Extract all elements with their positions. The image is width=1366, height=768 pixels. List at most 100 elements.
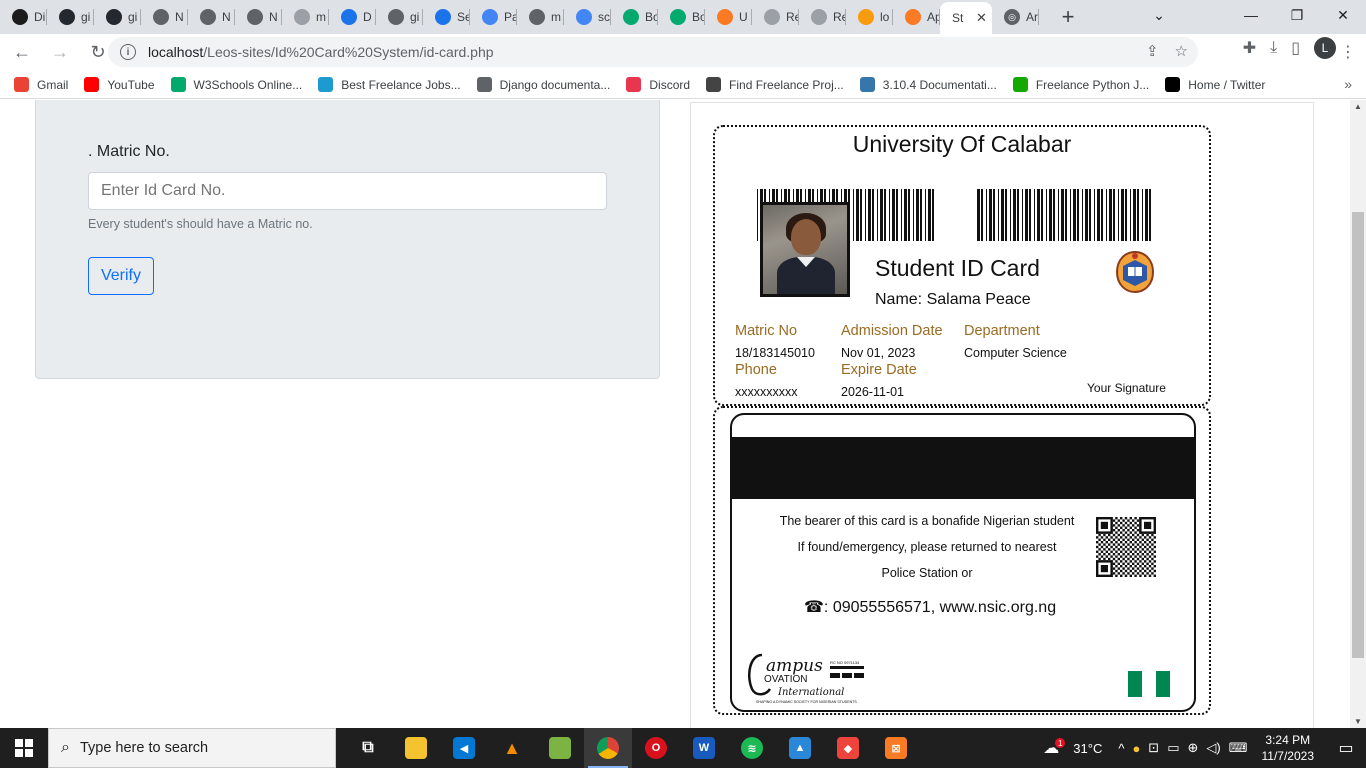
- vlc-icon[interactable]: ▲: [488, 728, 536, 768]
- page-scrollbar[interactable]: ▲ ▼: [1350, 100, 1366, 728]
- matric-no-label: Matric No: [735, 323, 798, 339]
- clock[interactable]: 3:24 PM 11/7/2023: [1262, 732, 1315, 764]
- notifications-icon[interactable]: ▭: [1326, 738, 1366, 758]
- tab-4[interactable]: N: [188, 0, 235, 34]
- restore-icon[interactable]: ❐: [1274, 0, 1320, 30]
- tab-9[interactable]: Se: [423, 0, 470, 34]
- battery-icon[interactable]: ▭: [1167, 740, 1179, 756]
- tab-15[interactable]: U: [705, 0, 752, 34]
- matric-label: . Matric No.: [88, 143, 170, 160]
- back-icon[interactable]: ←: [6, 37, 38, 69]
- menu-kebab-icon[interactable]: ⋮: [1340, 42, 1356, 62]
- chrome-icon[interactable]: [584, 728, 632, 768]
- file-explorer-icon[interactable]: [392, 728, 440, 768]
- bluestacks-icon[interactable]: [536, 728, 584, 768]
- tab-3[interactable]: N: [141, 0, 188, 34]
- freelance-icon: [318, 77, 334, 92]
- downloads-icon[interactable]: ⤓: [1270, 39, 1277, 57]
- tab-label: lo: [880, 10, 890, 24]
- tab-7[interactable]: D: [329, 0, 376, 34]
- forward-icon[interactable]: →: [44, 37, 76, 69]
- anydesk-icon[interactable]: ◆: [824, 728, 872, 768]
- taskbar-search[interactable]: ⌕ Type here to search: [48, 728, 336, 768]
- weather-widget[interactable]: ☁ 1 31°C: [1043, 738, 1102, 758]
- address-bar[interactable]: i localhost/Leos-sites/Id%20Card%20Syste…: [108, 37, 1198, 67]
- minimize-icon[interactable]: —: [1228, 0, 1274, 30]
- scroll-up-icon[interactable]: ▲: [1354, 102, 1362, 111]
- bookmark-2[interactable]: W3Schools Online...: [170, 77, 302, 92]
- tab-label: Di: [34, 10, 46, 24]
- spotify-icon[interactable]: ≋: [728, 728, 776, 768]
- tab-14[interactable]: Bo: [658, 0, 705, 34]
- windows-taskbar: ⌕ Type here to search ⧉ ◀ ▲ O W ≋ ▲ ◆ ⊠ …: [0, 728, 1366, 768]
- side-panel-icon[interactable]: ▯: [1291, 38, 1300, 58]
- tab-active[interactable]: St ✕: [940, 2, 992, 34]
- tab-search-chevron-icon[interactable]: ⌄: [1136, 0, 1182, 30]
- tab-6[interactable]: m: [282, 0, 329, 34]
- department-label: Department: [964, 323, 1040, 339]
- bookmark-8[interactable]: Freelance Python J...: [1012, 77, 1149, 92]
- tab-1[interactable]: gi: [47, 0, 94, 34]
- bookmark-6[interactable]: Find Freelance Proj...: [706, 77, 844, 92]
- tab-list: Di gi gi N N Nm Dgi Se Pa m sc Bo Bo U Re Re lo Ap: [0, 0, 940, 34]
- url-text[interactable]: localhost/Leos-sites/Id%20Card%20System/…: [148, 44, 494, 60]
- keyboard-icon[interactable]: ⌨: [1229, 740, 1248, 756]
- dribbble-like-icon: [12, 9, 28, 25]
- task-view-icon[interactable]: ⧉: [344, 728, 392, 768]
- bookmarks-overflow-icon[interactable]: »: [1344, 76, 1352, 92]
- tab-18[interactable]: lo: [846, 0, 893, 34]
- tab-16[interactable]: Re: [752, 0, 799, 34]
- clock-time: 3:24 PM: [1265, 733, 1311, 747]
- bookmark-5[interactable]: Discord: [626, 77, 690, 92]
- verify-button[interactable]: Verify: [88, 257, 154, 295]
- tab-label: sc: [598, 10, 610, 24]
- upwork-icon: [1012, 77, 1028, 92]
- profile-avatar[interactable]: L: [1314, 37, 1336, 59]
- tab-last[interactable]: ◎ Ar: [992, 0, 1039, 34]
- word-icon[interactable]: W: [680, 728, 728, 768]
- tab-label: N: [269, 10, 278, 24]
- site-info-icon[interactable]: i: [120, 44, 136, 60]
- tab-0[interactable]: Di: [0, 0, 47, 34]
- tab-2[interactable]: gi: [94, 0, 141, 34]
- barcode-right: [977, 189, 1151, 241]
- w3schools-icon: [670, 9, 686, 25]
- bookmark-7[interactable]: 3.10.4 Documentati...: [859, 77, 997, 92]
- tab-12[interactable]: sc: [564, 0, 611, 34]
- bookmark-star-icon[interactable]: ☆: [1175, 42, 1188, 60]
- matric-input[interactable]: [88, 172, 607, 210]
- bookmark-3[interactable]: Best Freelance Jobs...: [318, 77, 461, 92]
- bookmark-0[interactable]: Gmail: [14, 77, 68, 92]
- scroll-down-icon[interactable]: ▼: [1354, 717, 1362, 726]
- tab-8[interactable]: gi: [376, 0, 423, 34]
- bookmark-9[interactable]: Home / Twitter: [1165, 77, 1265, 92]
- tray-app-icon[interactable]: ●: [1132, 741, 1140, 756]
- extensions-icon[interactable]: ✚: [1243, 38, 1256, 58]
- tab-label: Ap: [927, 10, 939, 24]
- tab-label: D: [363, 10, 372, 24]
- tab-close-icon[interactable]: ✕: [976, 10, 987, 26]
- close-window-icon[interactable]: ✕: [1320, 0, 1366, 30]
- start-button[interactable]: [0, 728, 48, 768]
- share-icon[interactable]: ⇪: [1146, 42, 1159, 60]
- new-tab-button[interactable]: +: [1051, 0, 1085, 34]
- tab-17[interactable]: Re: [799, 0, 846, 34]
- tab-label: gi: [128, 10, 138, 24]
- bookmark-1[interactable]: YouTube: [84, 77, 155, 92]
- tray-usb-icon[interactable]: ⊡: [1148, 740, 1159, 756]
- opera-icon[interactable]: O: [632, 728, 680, 768]
- photos-icon[interactable]: ▲: [776, 728, 824, 768]
- network-icon[interactable]: ⊕: [1188, 740, 1199, 756]
- tray-chevron-icon[interactable]: ^: [1118, 741, 1124, 756]
- tab-19[interactable]: Ap: [893, 0, 940, 34]
- tab-5[interactable]: N: [235, 0, 282, 34]
- bookmark-4[interactable]: Django documenta...: [476, 77, 610, 92]
- tab-13[interactable]: Bo: [611, 0, 658, 34]
- volume-icon[interactable]: ◁): [1206, 740, 1220, 756]
- tab-10[interactable]: Pa: [470, 0, 517, 34]
- vscode-icon[interactable]: ◀: [440, 728, 488, 768]
- windows-logo-icon: [15, 739, 33, 757]
- scrollbar-thumb[interactable]: [1352, 212, 1364, 658]
- xampp-icon[interactable]: ⊠: [872, 728, 920, 768]
- tab-11[interactable]: m: [517, 0, 564, 34]
